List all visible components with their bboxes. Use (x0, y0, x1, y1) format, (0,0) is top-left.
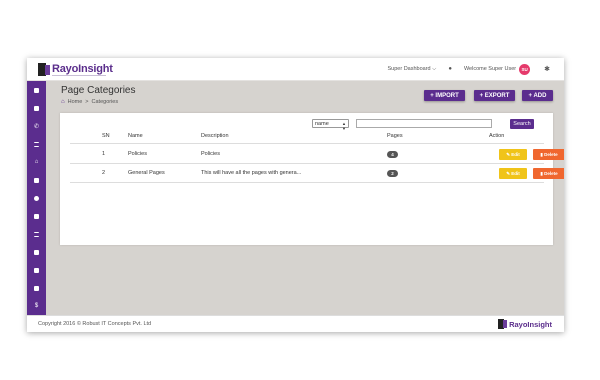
delete-button[interactable]: ▮ Delete (533, 168, 564, 179)
import-button[interactable]: + IMPORT (424, 90, 465, 101)
column-header-action: Action (489, 133, 505, 139)
categories-panel: name ▲ ▼ Search SN Name Description Pages… (60, 113, 564, 245)
pages-count-badge: 4 (387, 151, 398, 158)
sidebar-item-menu[interactable] (27, 229, 46, 239)
edit-button[interactable]: ✎ Edit (499, 149, 527, 160)
image-icon (34, 213, 39, 219)
row-divider (70, 182, 544, 183)
page-title: Page Categories (61, 85, 136, 96)
row-name: Policies (128, 151, 147, 157)
sidebar-item-lists[interactable] (27, 139, 46, 149)
caret-down-icon: ▲ ▼ (342, 121, 346, 131)
sidebar-item-home[interactable]: ⌂ (27, 157, 46, 167)
edit-label: Edit (511, 171, 520, 176)
dashboard-dropdown-label: Super Dashboard (387, 65, 431, 72)
breadcrumb-separator: > (85, 99, 89, 105)
search-input[interactable] (356, 119, 492, 128)
mail-icon (34, 249, 39, 255)
dollar-icon: $ (34, 303, 39, 309)
sidebar-item-contact[interactable]: ✆ (27, 121, 46, 131)
row-sn: 1 (102, 151, 106, 157)
dashboard-icon (34, 87, 39, 93)
header-divider (70, 143, 544, 144)
brand-logo[interactable]: RayoInsight (38, 62, 113, 76)
row-description: Policies (201, 151, 220, 157)
menu-icon (34, 231, 39, 237)
row-sn: 2 (102, 170, 106, 176)
home-icon: ⌂ (34, 159, 39, 165)
sidebar-item-billing[interactable]: $ (27, 301, 46, 311)
delete-label: Delete (544, 152, 558, 157)
grid-icon (34, 267, 39, 273)
column-header-pages: Pages (387, 133, 403, 139)
breadcrumb-home[interactable]: Home (68, 99, 83, 105)
breadcrumb-current: Categories (91, 99, 119, 105)
sidebar-item-dashboard[interactable] (27, 85, 46, 95)
document-icon (34, 285, 39, 291)
column-header-sn: SN (102, 133, 110, 139)
column-header-description: Description (201, 133, 229, 139)
sidebar-item-media[interactable] (27, 211, 46, 221)
pages-count-badge: 2 (387, 170, 398, 177)
welcome-text: Welcome Super User (463, 66, 517, 72)
phone-icon: ✆ (33, 123, 40, 130)
avatar[interactable]: SU (519, 63, 531, 75)
sidebar-item-documents[interactable] (27, 283, 46, 293)
copyright-text: Copyright 2016 © Robust IT Concepts Pvt.… (38, 321, 152, 327)
add-button[interactable]: + ADD (522, 90, 553, 101)
export-button[interactable]: + EXPORT (474, 90, 515, 101)
dashboard-dropdown[interactable]: Super Dashboard ⌵ (388, 66, 437, 73)
sidebar-item-grid[interactable] (27, 265, 46, 275)
footer: Copyright 2016 © Robust IT Concepts Pvt.… (27, 315, 564, 332)
filter-field-select[interactable]: name ▲ ▼ (312, 119, 349, 131)
delete-button[interactable]: ▮ Delete (533, 149, 564, 160)
sidebar-item-book[interactable] (27, 175, 46, 185)
delete-label: Delete (544, 171, 558, 176)
gear-icon[interactable]: ✱ (544, 65, 550, 73)
pencil-icon: ✎ (506, 170, 510, 176)
breadcrumb: ⌂ Home > Categories (61, 99, 118, 105)
logo-mark-icon (498, 319, 508, 329)
logo-mark-icon (38, 62, 50, 76)
pencil-icon: ✎ (506, 151, 510, 157)
row-description: This will have all the pages with genera… (201, 170, 302, 176)
row-divider (70, 163, 544, 164)
app-window: RayoInsight Super Dashboard ⌵ ● Welcome … (27, 58, 564, 332)
edit-label: Edit (511, 152, 520, 157)
notification-icon[interactable]: ● (448, 66, 452, 72)
sidebar-item-settings[interactable] (27, 193, 46, 203)
top-bar: RayoInsight Super Dashboard ⌵ ● Welcome … (27, 58, 564, 81)
settings-icon (34, 195, 39, 201)
trash-icon: ▮ (540, 170, 543, 176)
list-icon (34, 141, 39, 147)
search-button[interactable]: Search (510, 119, 534, 129)
footer-logo: RayoInsight (498, 319, 552, 329)
column-header-name: Name (128, 133, 143, 139)
chevron-down-icon: ⌵ (432, 65, 437, 72)
header-right: Super Dashboard ⌵ ● Welcome Super User S… (388, 58, 565, 80)
file-icon (34, 105, 39, 111)
trash-icon: ▮ (540, 151, 543, 157)
home-icon: ⌂ (61, 99, 65, 105)
book-icon (34, 177, 39, 183)
sidebar-item-mail[interactable] (27, 247, 46, 257)
logo-underline (52, 75, 106, 76)
filter-field-value: name (315, 120, 329, 127)
edit-button[interactable]: ✎ Edit (499, 168, 527, 179)
sidebar: ✆ ⌂ $ (27, 81, 46, 315)
sidebar-item-pages[interactable] (27, 103, 46, 113)
footer-brand-name: RayoInsight (509, 319, 552, 329)
brand-name: RayoInsight (52, 63, 113, 75)
row-name: General Pages (128, 170, 165, 176)
